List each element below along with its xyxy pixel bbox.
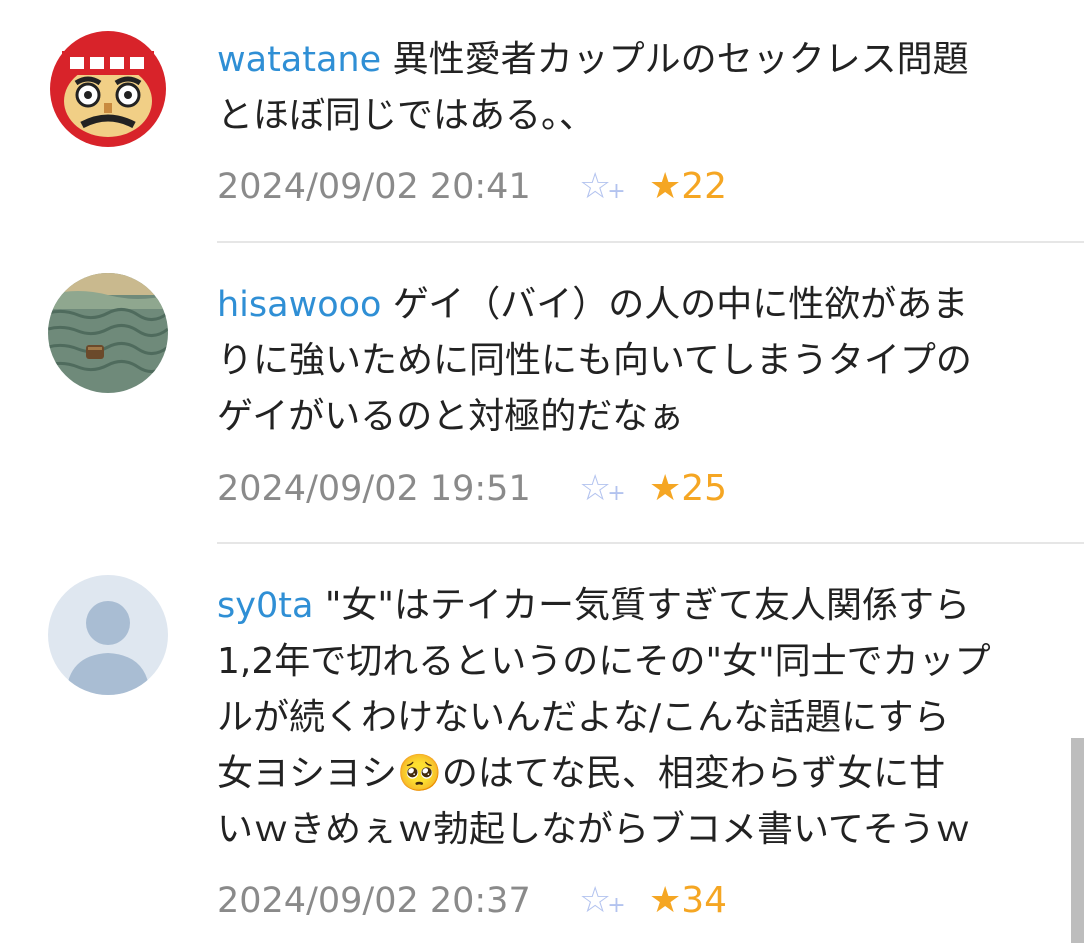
add-star-plus: + bbox=[607, 481, 626, 506]
comment-list: watatane 異性愛者カップルのセックレス問題 とほぼ同じではある。、 20… bbox=[0, 0, 1084, 943]
add-star-button[interactable]: ☆+ bbox=[579, 876, 649, 931]
add-star-plus: + bbox=[607, 893, 626, 918]
comment-meta: 2024/09/02 20:41 ☆+ ★22 bbox=[217, 162, 727, 212]
star-count[interactable]: ★25 bbox=[649, 468, 727, 509]
add-star-button[interactable]: ☆+ bbox=[579, 162, 649, 217]
username-link[interactable]: hisawooo bbox=[217, 285, 381, 325]
divider bbox=[217, 241, 1084, 243]
divider bbox=[217, 542, 1084, 544]
daruma-icon bbox=[48, 29, 168, 149]
star-count[interactable]: ★22 bbox=[649, 166, 727, 207]
comment-text: りに強いために同性にも向いてしまうタイプの bbox=[217, 340, 972, 381]
sea-painting-icon bbox=[48, 273, 168, 393]
comment-text: ゲイがいるのと対極的だなぁ bbox=[217, 396, 685, 437]
comment-text: "女"はテイカー気質すぎて友人関係すら bbox=[324, 585, 970, 626]
timestamp[interactable]: 2024/09/02 20:41 bbox=[217, 162, 579, 212]
star-count[interactable]: ★34 bbox=[649, 880, 727, 921]
comment-text: 異性愛者カップルのセックレス問題 bbox=[392, 39, 969, 80]
comment-text: 女ヨシヨシ🥺のはてな民、相変わらず女に甘 bbox=[217, 753, 946, 794]
timestamp[interactable]: 2024/09/02 20:37 bbox=[217, 876, 579, 926]
comment-text: 1,2年で切れるというのにその"女"同士でカップ bbox=[217, 641, 991, 682]
timestamp[interactable]: 2024/09/02 19:51 bbox=[217, 464, 579, 514]
add-star-plus: + bbox=[607, 179, 626, 204]
username-link[interactable]: watatane bbox=[217, 40, 381, 80]
username-link[interactable]: sy0ta bbox=[217, 586, 313, 626]
comment-body: sy0ta "女"はテイカー気質すぎて友人関係すら 1,2年で切れるというのにそ… bbox=[217, 578, 1047, 858]
sea-painting-avatar[interactable] bbox=[48, 273, 168, 393]
comment-body: watatane 異性愛者カップルのセックレス問題 とほぼ同じではある。、 bbox=[217, 32, 1047, 144]
comment-text: とほぼ同じではある。、 bbox=[217, 95, 596, 136]
comment-meta: 2024/09/02 19:51 ☆+ ★25 bbox=[217, 464, 727, 514]
scrollbar[interactable] bbox=[1071, 738, 1084, 943]
person-silhouette-icon bbox=[48, 575, 168, 695]
daruma-avatar[interactable] bbox=[48, 29, 168, 149]
comment-text: ゲイ（バイ）の人の中に性欲があま bbox=[392, 284, 969, 325]
comment-body: hisawooo ゲイ（バイ）の人の中に性欲があま りに強いために同性にも向いて… bbox=[217, 277, 1047, 445]
add-star-button[interactable]: ☆+ bbox=[579, 464, 649, 519]
comment-meta: 2024/09/02 20:37 ☆+ ★34 bbox=[217, 876, 727, 926]
comment-text: ルが続くわけないんだよな/こんな話題にすら bbox=[217, 697, 950, 738]
comment-text: いｗきめぇｗ勃起しながらブコメ書いてそうｗ bbox=[217, 809, 971, 850]
default-user-avatar[interactable] bbox=[48, 575, 168, 695]
